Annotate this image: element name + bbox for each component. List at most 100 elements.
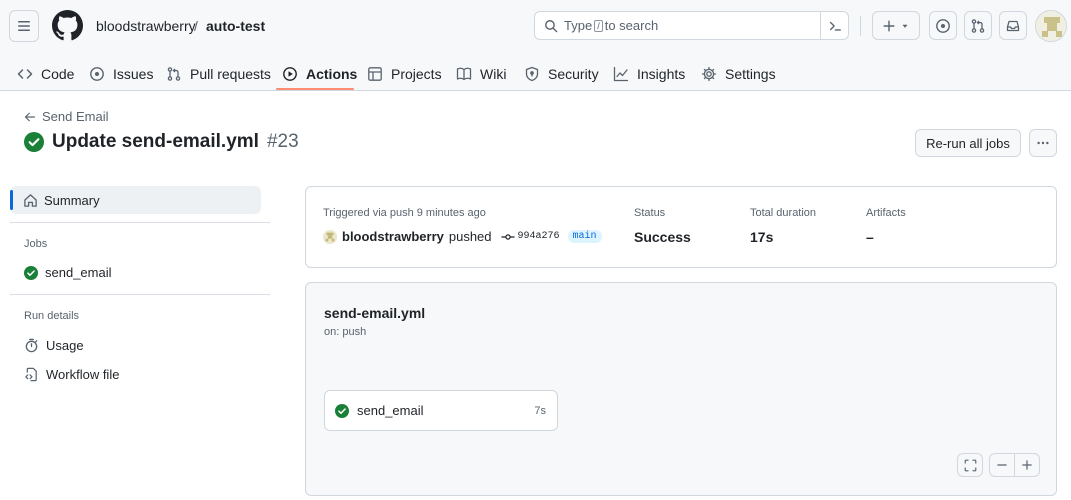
check-circle-fill-icon bbox=[24, 265, 38, 280]
branch-label[interactable]: main bbox=[567, 230, 602, 243]
search-input[interactable]: Type / to search bbox=[534, 11, 849, 40]
sidebar-item-workflow-file[interactable]: Workflow file bbox=[24, 367, 119, 382]
pusher-username[interactable]: bloodstrawberry bbox=[342, 229, 444, 244]
repo-nav: Code Issues Pull requests Actions Projec… bbox=[0, 56, 1071, 91]
tab-label: Security bbox=[548, 65, 599, 82]
user-avatar[interactable] bbox=[323, 229, 337, 244]
breadcrumb-owner[interactable]: bloodstrawberry bbox=[96, 17, 196, 35]
rerun-all-jobs-button[interactable]: Re-run all jobs bbox=[915, 129, 1021, 157]
back-link-label: Send Email bbox=[42, 109, 109, 124]
screen-full-icon bbox=[964, 459, 976, 471]
triangle-down-icon bbox=[902, 24, 908, 28]
check-circle-fill-icon bbox=[335, 403, 349, 418]
triggered-label: Triggered via push 9 minutes ago bbox=[323, 207, 486, 219]
dash-icon bbox=[997, 464, 1007, 466]
tab-security[interactable]: Security bbox=[524, 56, 599, 91]
tab-issues[interactable]: Issues bbox=[89, 56, 153, 91]
fit-view-button[interactable] bbox=[957, 453, 983, 477]
tab-label: Settings bbox=[725, 65, 776, 82]
commit-sha: 994a276 bbox=[517, 231, 560, 242]
zoom-out-button[interactable] bbox=[989, 453, 1015, 477]
header-divider bbox=[860, 16, 861, 36]
workflow-name: send-email.yml bbox=[324, 305, 426, 321]
sidebar-item-summary[interactable]: Summary bbox=[10, 186, 261, 214]
terminal-icon bbox=[829, 21, 841, 31]
stopwatch-icon bbox=[25, 338, 38, 353]
sidebar-item-job[interactable]: send_email bbox=[24, 265, 112, 280]
sidebar-item-label: send_email bbox=[45, 265, 112, 280]
run-title-text: Update send-email.yml bbox=[52, 131, 259, 152]
tab-settings[interactable]: Settings bbox=[701, 56, 776, 91]
sidebar-item-usage[interactable]: Usage bbox=[24, 338, 84, 353]
duration-value: 17s bbox=[750, 229, 774, 245]
inbox-icon bbox=[1006, 20, 1020, 31]
status-label: Status bbox=[634, 207, 666, 219]
issues-button[interactable] bbox=[929, 11, 957, 40]
sidebar-item-label: Workflow file bbox=[46, 367, 120, 382]
arrow-left-icon bbox=[24, 112, 36, 121]
book-icon bbox=[456, 67, 472, 80]
sidebar-heading-run-details: Run details bbox=[24, 310, 80, 322]
plus-icon bbox=[1022, 460, 1032, 470]
run-number: #23 bbox=[266, 131, 299, 152]
app-header: bloodstrawberry / auto-test Type / to se… bbox=[0, 0, 1071, 91]
inbox-button[interactable] bbox=[999, 11, 1027, 40]
tab-projects[interactable]: Projects bbox=[367, 56, 442, 91]
graph-icon bbox=[613, 66, 629, 81]
tab-label: Code bbox=[41, 65, 75, 82]
job-duration: 7s bbox=[534, 404, 546, 417]
git-pull-request-icon bbox=[167, 66, 181, 81]
push-action: pushed bbox=[448, 229, 492, 244]
pull-requests-button[interactable] bbox=[964, 11, 992, 40]
push-info: bloodstrawberry pushed 994a276 main bbox=[323, 229, 602, 244]
job-name: send_email bbox=[357, 403, 424, 418]
tab-label: Issues bbox=[113, 65, 154, 82]
back-to-workflow-link[interactable]: Send Email bbox=[24, 109, 108, 124]
tab-insights[interactable]: Insights bbox=[613, 56, 685, 91]
gear-icon bbox=[701, 66, 717, 81]
sidebar-item-label: Usage bbox=[46, 338, 84, 353]
git-commit-icon bbox=[500, 233, 515, 240]
active-tab-indicator bbox=[276, 88, 354, 90]
tab-label: Actions bbox=[306, 65, 358, 82]
file-code-icon bbox=[25, 367, 37, 382]
tab-label: Insights bbox=[637, 65, 686, 82]
duration-label: Total duration bbox=[750, 207, 817, 219]
shield-icon bbox=[525, 66, 539, 81]
job-node[interactable]: send_email 7s bbox=[324, 390, 558, 431]
zoom-in-button[interactable] bbox=[1014, 453, 1040, 477]
search-placeholder: Type / to search bbox=[564, 18, 659, 33]
sidebar-divider bbox=[10, 294, 270, 295]
kebab-horizontal-icon bbox=[1037, 141, 1049, 145]
status-value: Success bbox=[634, 229, 691, 245]
command-palette-button[interactable] bbox=[820, 12, 848, 39]
create-new-button[interactable] bbox=[872, 11, 920, 40]
code-icon bbox=[17, 68, 33, 79]
user-avatar[interactable] bbox=[1035, 10, 1067, 42]
github-logo-icon[interactable] bbox=[52, 10, 83, 41]
commit-sha-link[interactable]: 994a276 bbox=[500, 231, 560, 242]
sidebar-divider bbox=[10, 222, 270, 223]
run-title: Update send-email.yml #23 bbox=[24, 131, 299, 153]
play-icon bbox=[283, 66, 297, 81]
git-pull-request-icon bbox=[971, 18, 985, 33]
tab-label: Wiki bbox=[480, 65, 507, 82]
breadcrumb-separator: / bbox=[194, 18, 198, 34]
tab-pull-requests[interactable]: Pull requests bbox=[166, 56, 271, 91]
more-options-button[interactable] bbox=[1029, 129, 1057, 157]
plus-icon bbox=[883, 19, 895, 32]
issue-opened-icon bbox=[936, 18, 950, 33]
workflow-graph: send-email.yml on: push send_email 7s bbox=[305, 282, 1057, 496]
hamburger-icon bbox=[18, 21, 30, 31]
menu-button[interactable] bbox=[9, 10, 39, 42]
issue-opened-icon bbox=[90, 66, 104, 81]
sidebar-item-label: Summary bbox=[44, 192, 100, 208]
breadcrumb-repo[interactable]: auto-test bbox=[206, 17, 265, 35]
tab-actions[interactable]: Actions bbox=[282, 56, 357, 91]
tab-wiki[interactable]: Wiki bbox=[456, 56, 506, 91]
run-summary-card: Triggered via push 9 minutes ago bloodst… bbox=[305, 186, 1057, 268]
table-icon bbox=[368, 66, 382, 81]
tab-code[interactable]: Code bbox=[17, 56, 74, 91]
tab-label: Pull requests bbox=[190, 65, 271, 82]
sidebar-heading-jobs: Jobs bbox=[24, 238, 48, 250]
